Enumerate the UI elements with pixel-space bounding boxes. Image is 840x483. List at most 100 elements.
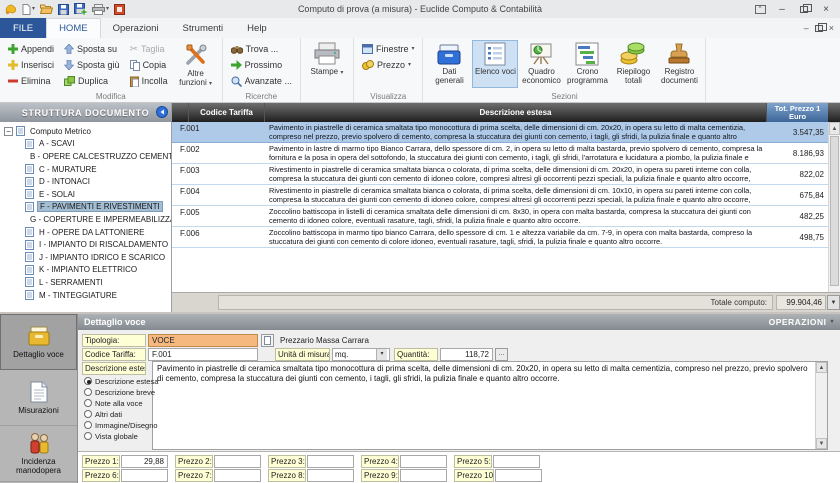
tree-item-d[interactable]: D - INTONACI: [0, 175, 171, 188]
inserisci-button[interactable]: Inserisci: [3, 57, 59, 73]
prezzo-button[interactable]: Prezzo▾: [357, 57, 420, 73]
radio-descrizione-breve[interactable]: Descrizione breve: [84, 387, 158, 397]
save-as-button[interactable]: [73, 3, 88, 15]
registro-documenti-button[interactable]: Registro documenti: [656, 40, 702, 88]
quadro-economico-button[interactable]: Quadro economico: [518, 40, 564, 88]
ribbon-display-options-icon[interactable]: ^: [750, 2, 770, 16]
nav-incidenza-manodopera[interactable]: Incidenza manodopera: [0, 426, 77, 482]
collapse-panel-button[interactable]: [156, 106, 168, 118]
scroll-up-icon[interactable]: ▲: [829, 122, 840, 135]
nav-dettaglio-voce[interactable]: Dettaglio voce: [0, 314, 77, 370]
trova-button[interactable]: Trova ...: [226, 41, 297, 57]
avanzate-button[interactable]: Avanzate ...: [226, 73, 297, 89]
radio-descrizione-estesa[interactable]: Descrizione estesa: [84, 376, 158, 386]
tab-file[interactable]: FILE: [0, 18, 46, 38]
quantita-expand-button[interactable]: ...: [495, 348, 508, 361]
prezzo-2-field[interactable]: [214, 455, 261, 468]
open-button[interactable]: [39, 4, 54, 14]
radio-altri-dati[interactable]: Altri dati: [84, 409, 158, 419]
tree-item-f-selected[interactable]: F - PAVIMENTI E RIVESTIMENTI: [0, 201, 171, 214]
tab-operazioni[interactable]: Operazioni: [101, 18, 171, 38]
tipologia-field[interactable]: VOCE: [148, 334, 258, 347]
minimize-button[interactable]: –: [772, 2, 792, 16]
taglia-button[interactable]: ✂Taglia: [125, 41, 173, 57]
tree-item-m[interactable]: M - TINTEGGIATURE: [0, 289, 171, 302]
riepilogo-totali-button[interactable]: Riepilogo totali: [610, 40, 656, 88]
table-row[interactable]: F.001Pavimento in piastrelle di ceramica…: [172, 122, 828, 143]
new-document-button[interactable]: ▾: [21, 4, 36, 15]
tipologia-browse-button[interactable]: [261, 334, 274, 347]
restore-button[interactable]: [794, 2, 814, 16]
codice-tariffa-field[interactable]: F.001: [148, 348, 258, 361]
dati-generali-button[interactable]: Dati generali: [426, 40, 472, 88]
copia-button[interactable]: Copia: [125, 57, 173, 73]
scroll-down-icon[interactable]: ▼: [816, 438, 827, 449]
prezzo-8-field[interactable]: [307, 469, 354, 482]
tab-home[interactable]: HOME: [46, 18, 101, 38]
altre-funzioni-button[interactable]: Altre funzioni ▾: [173, 40, 219, 89]
tree-root[interactable]: − Computo Metrico: [0, 125, 171, 138]
tree-item-c[interactable]: C - MURATURE: [0, 163, 171, 176]
radio-note-alla-voce[interactable]: Note alla voce: [84, 398, 158, 408]
nav-misurazioni[interactable]: Misurazioni: [0, 370, 77, 426]
prezzo-5-field[interactable]: [493, 455, 540, 468]
sposta-giu-button[interactable]: Sposta giù: [59, 57, 125, 73]
sposta-su-button[interactable]: Sposta su: [59, 41, 125, 57]
prezzo-3-field[interactable]: [307, 455, 354, 468]
prezzo-10-field[interactable]: [495, 469, 542, 482]
prossimo-button[interactable]: Prossimo: [226, 57, 297, 73]
duplica-button[interactable]: Duplica: [59, 73, 125, 89]
tree-item-g[interactable]: G - COPERTURE E IMPERMEABILIZZAZ: [0, 213, 171, 226]
close-document-button[interactable]: [113, 4, 126, 15]
operazioni-menu[interactable]: OPERAZIONI▾: [769, 317, 834, 327]
tree-item-h[interactable]: H - OPERE DA LATTONIERE: [0, 226, 171, 239]
tree-item-b[interactable]: B - OPERE CALCESTRUZZO CEMENTIZ: [0, 150, 171, 163]
tree-item-i[interactable]: I - IMPIANTO DI RISCALDAMENTO: [0, 238, 171, 251]
scroll-up-icon[interactable]: ▲: [816, 362, 827, 373]
table-row[interactable]: F.005Zoccolino battiscopa in listelli di…: [172, 206, 828, 227]
stampe-button[interactable]: Stampe ▾: [304, 40, 350, 88]
radio-immagine-disegno[interactable]: Immagine/Disegno: [84, 420, 158, 430]
column-header-descrizione[interactable]: Descrizione estesa: [265, 103, 767, 122]
elenco-voci-button[interactable]: Elenco voci: [472, 40, 518, 88]
column-header-codice[interactable]: Codice Tariffa: [189, 103, 265, 122]
elimina-button[interactable]: Elimina: [3, 73, 59, 89]
unita-misura-select[interactable]: mq.▾: [332, 348, 390, 361]
descrizione-textarea[interactable]: Pavimento in piastrelle di ceramica smal…: [152, 361, 828, 450]
tree-item-j[interactable]: J - IMPIANTO IDRICO E SCARICO: [0, 251, 171, 264]
tree-item-l[interactable]: L - SERRAMENTI: [0, 276, 171, 289]
grid-vertical-scrollbar[interactable]: ▲: [828, 122, 840, 292]
prezzo-1-field[interactable]: 29,88: [121, 455, 168, 468]
scrollbar-thumb[interactable]: [830, 136, 839, 286]
save-button[interactable]: [57, 4, 70, 15]
scroll-down-icon[interactable]: ▼: [827, 295, 840, 310]
print-button[interactable]: ▾: [91, 4, 110, 15]
child-minimize-button[interactable]: –: [804, 23, 809, 33]
child-close-button[interactable]: ×: [829, 23, 834, 33]
tree-item-a[interactable]: A - SCAVI: [0, 138, 171, 151]
prezzo-4-field[interactable]: [400, 455, 447, 468]
child-restore-button[interactable]: [815, 25, 823, 32]
finestre-button[interactable]: Finestre▾: [357, 41, 420, 57]
prezzo-6-field[interactable]: [121, 469, 168, 482]
tab-help[interactable]: Help: [235, 18, 279, 38]
table-row[interactable]: F.006Zoccolino battiscopa in marmo tipo …: [172, 227, 828, 248]
column-header-totale[interactable]: Tot. Prezzo 1Euro: [767, 103, 828, 122]
incolla-button[interactable]: Incolla: [125, 73, 173, 89]
chevron-down-icon[interactable]: ▾: [376, 349, 387, 360]
prezzo-7-field[interactable]: [214, 469, 261, 482]
expander-icon[interactable]: −: [4, 127, 13, 136]
table-row[interactable]: F.004Rivestimento in piastrelle di ceram…: [172, 185, 828, 206]
tree-item-k[interactable]: K - IMPIANTO ELETTRICO: [0, 264, 171, 277]
quantita-field[interactable]: 118,72: [440, 348, 493, 361]
table-row[interactable]: F.002Pavimento in lastre di marmo tipo B…: [172, 143, 828, 164]
appendi-button[interactable]: Appendi: [3, 41, 59, 57]
tab-strumenti[interactable]: Strumenti: [171, 18, 236, 38]
textarea-scrollbar[interactable]: ▲ ▼: [815, 362, 827, 449]
prezzo-9-field[interactable]: [400, 469, 447, 482]
tree-item-e[interactable]: E - SOLAI: [0, 188, 171, 201]
crono-programma-button[interactable]: Crono programma: [564, 40, 610, 88]
close-button[interactable]: ×: [816, 2, 836, 16]
radio-vista-globale[interactable]: Vista globale: [84, 431, 158, 441]
table-row[interactable]: F.003Rivestimento in piastrelle di ceram…: [172, 164, 828, 185]
